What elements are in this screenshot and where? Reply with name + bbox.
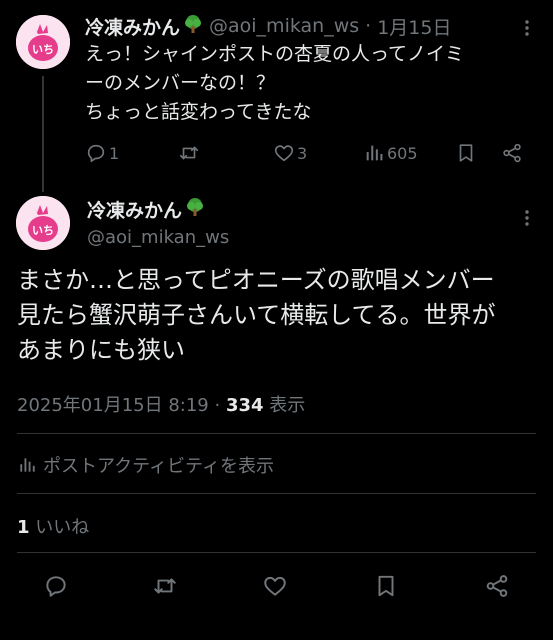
main-more-icon[interactable] (515, 206, 539, 230)
main-reply-button[interactable] (40, 570, 72, 602)
main-text-line: 見たら蟹沢萌子さんいて横転してる。世界が (17, 301, 496, 329)
main-text-line: あまりにも狭い (17, 336, 185, 364)
reply-text-line: えっ！シャインポストの杏夏の人ってノイミ (85, 43, 465, 65)
reply-icon (87, 144, 105, 163)
likes-count: 1 (17, 517, 30, 538)
svg-text:いち: いち (32, 224, 54, 237)
main-text-line: まさか…と思ってピオニーズの歌唱メンバー (17, 266, 495, 294)
svg-text:いち: いち (32, 43, 54, 56)
reply-count: 1 (109, 143, 120, 163)
tree-icon (185, 197, 205, 222)
main-avatar[interactable]: いち (16, 196, 70, 250)
share-icon (486, 575, 508, 597)
reply-author-handle[interactable]: @aoi_mikan_ws (209, 15, 359, 37)
reply-text-line: ちょっと話変わってきたな (85, 101, 312, 123)
repost-icon (154, 578, 176, 594)
reply-text: えっ！シャインポストの杏夏の人ってノイミ ーのメンバーなの！？ ちょっと話変わっ… (85, 40, 525, 127)
main-repost-button[interactable] (149, 570, 181, 602)
main-author-handle[interactable]: @aoi_mikan_ws (87, 227, 229, 248)
heart-icon (274, 145, 294, 162)
post-activity-link[interactable]: ポストアクティビティを表示 (17, 452, 274, 478)
post-meta: 2025年01月15日 8:19 · 334 表示 (17, 391, 305, 417)
main-bookmark-button[interactable] (370, 570, 402, 602)
thread-line (42, 76, 44, 192)
views-icon (20, 458, 35, 472)
main-text: まさか…と思ってピオニーズの歌唱メンバー 見たら蟹沢萌子さんいて横転してる。世界… (17, 263, 537, 368)
main-share-button[interactable] (481, 570, 513, 602)
divider (17, 493, 536, 494)
meta-separator: · (208, 395, 226, 416)
reply-author-name[interactable]: 冷凍みかん (85, 13, 180, 40)
reply-share-button[interactable] (501, 138, 523, 168)
main-author-name-row: 冷凍みかん (87, 196, 205, 223)
reply-text-line: ーのメンバーなの！？ (85, 72, 276, 94)
reply-view-count: 605 (387, 143, 418, 163)
views-icon (366, 145, 383, 161)
bookmark-icon (378, 575, 394, 597)
view-count: 334 (225, 395, 264, 416)
heart-icon (264, 576, 286, 596)
view-label: 表示 (263, 395, 306, 416)
likes-summary[interactable]: 1 いいね (17, 513, 89, 539)
main-like-button[interactable] (259, 570, 291, 602)
reply-date[interactable]: 1月15日 (377, 13, 451, 40)
reply-like-button[interactable]: 3 (273, 138, 307, 168)
bookmark-icon (459, 144, 473, 162)
reply-actions: 1 3 605 (85, 138, 530, 168)
reply-more-icon[interactable] (515, 16, 539, 40)
reply-separator: · (365, 15, 372, 37)
main-actions (0, 570, 553, 602)
share-icon (503, 143, 521, 163)
post-activity-label: ポストアクティビティを表示 (43, 456, 274, 477)
divider (17, 433, 536, 434)
main-author-name[interactable]: 冷凍みかん (87, 196, 182, 223)
reply-repost-button[interactable] (178, 138, 200, 168)
reply-avatar[interactable]: いち (16, 15, 70, 69)
reply-icon (46, 576, 66, 597)
reply-like-count: 3 (297, 143, 308, 163)
reply-reply-button[interactable]: 1 (85, 138, 119, 168)
reply-bookmark-button[interactable] (455, 138, 477, 168)
tree-icon (183, 14, 203, 39)
reply-views-button[interactable]: 605 (363, 138, 418, 168)
likes-label: いいね (29, 517, 90, 538)
repost-icon (179, 146, 199, 160)
post-timestamp[interactable]: 2025年01月15日 8:19 (17, 395, 209, 416)
divider (17, 552, 536, 553)
reply-header: 冷凍みかん @aoi_mikan_ws · 1月15日 (85, 13, 451, 39)
